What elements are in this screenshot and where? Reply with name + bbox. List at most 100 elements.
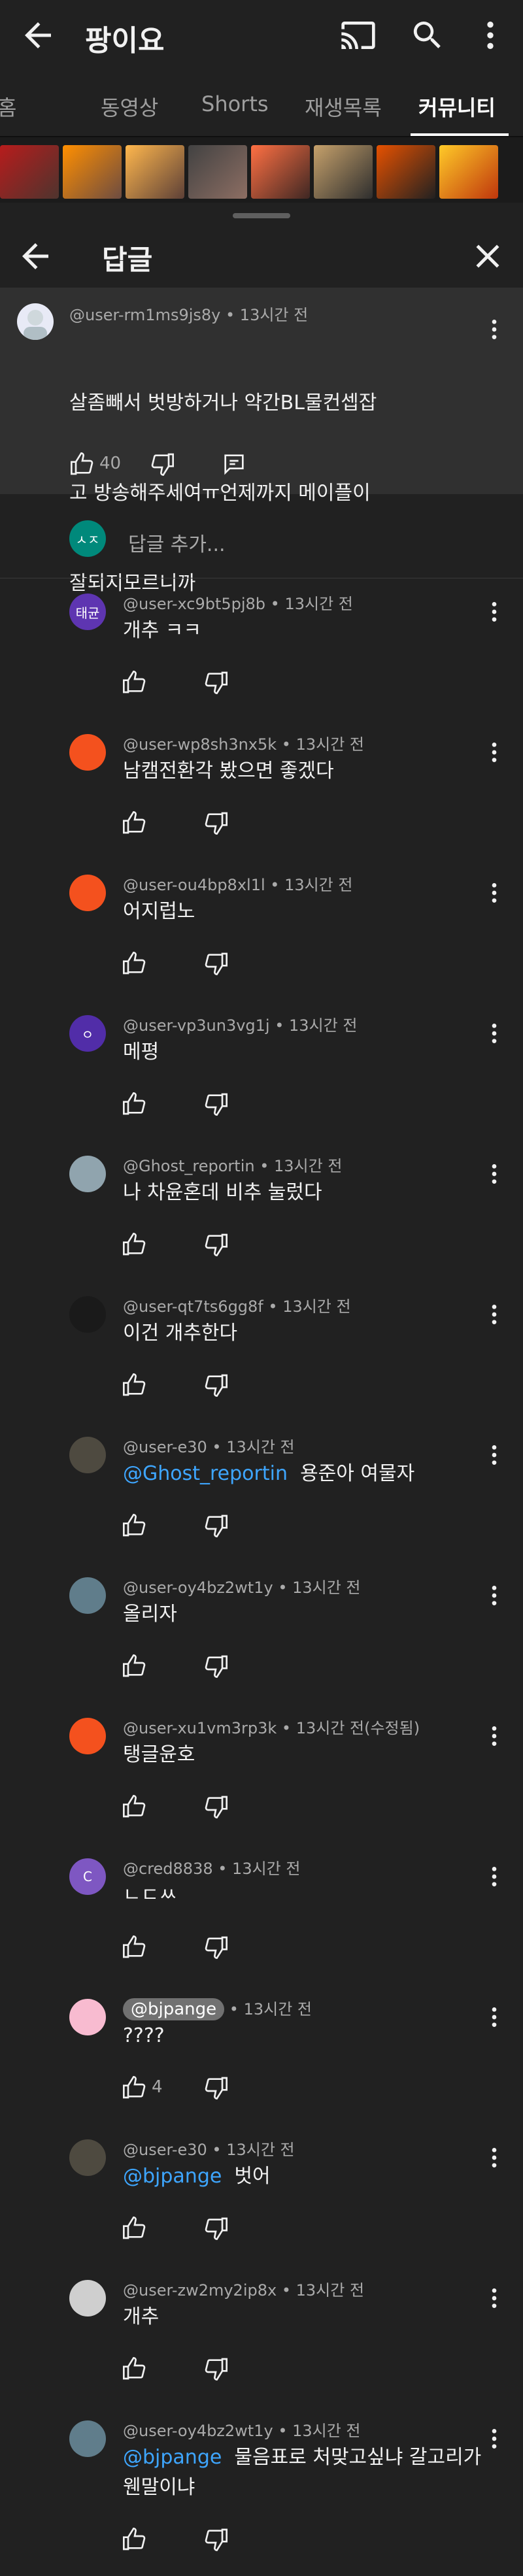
cast-icon[interactable]	[340, 17, 377, 54]
thumbnail[interactable]	[188, 145, 247, 199]
thumb-up-icon[interactable]	[122, 1513, 148, 1539]
tab-videos[interactable]: 동영상	[101, 92, 158, 122]
comment-author[interactable]: @user-e30	[123, 1438, 207, 1456]
avatar[interactable]	[69, 1156, 106, 1192]
thumb-down-icon[interactable]	[203, 2526, 229, 2552]
avatar[interactable]	[69, 1999, 106, 2035]
mention-link[interactable]: @bjpange	[123, 2446, 222, 2469]
more-vert-icon[interactable]	[481, 1158, 507, 1190]
more-vert-icon[interactable]	[481, 1299, 507, 1330]
thumb-up-icon[interactable]	[122, 2215, 148, 2241]
more-vert-icon[interactable]	[481, 314, 507, 345]
avatar[interactable]	[69, 2139, 106, 2176]
comment-author[interactable]: @user-oy4bz2wt1y	[123, 2422, 273, 2440]
avatar[interactable]	[69, 875, 106, 911]
more-vert-icon[interactable]	[481, 596, 507, 627]
thumb-down-icon[interactable]	[203, 2356, 229, 2382]
avatar[interactable]: ㅇ	[69, 1015, 106, 1052]
thumb-down-icon[interactable]	[149, 451, 175, 477]
back-arrow-icon[interactable]	[16, 237, 55, 276]
more-vert-icon[interactable]	[472, 17, 509, 54]
avatar[interactable]	[69, 734, 106, 771]
creator-author-chip[interactable]: @bjpange	[123, 1998, 225, 2020]
more-vert-icon[interactable]	[481, 2283, 507, 2314]
avatar[interactable]	[69, 1437, 106, 1473]
thumb-up-icon[interactable]	[122, 1091, 148, 1117]
avatar[interactable]: C	[69, 1858, 106, 1895]
thumb-up-icon[interactable]	[122, 2075, 148, 2101]
thumb-down-icon[interactable]	[203, 1934, 229, 1960]
comment-author[interactable]: @Ghost_reportin	[123, 1157, 255, 1175]
reply-icon[interactable]	[221, 451, 247, 477]
avatar[interactable]	[69, 2280, 106, 2317]
comment-author[interactable]: @user-xu1vm3rp3k	[123, 1719, 277, 1737]
more-vert-icon[interactable]	[481, 2423, 507, 2454]
thumbnail[interactable]	[377, 145, 435, 199]
thumbnail[interactable]	[63, 145, 122, 199]
thumb-down-icon[interactable]	[203, 1513, 229, 1539]
avatar[interactable]	[69, 2420, 106, 2457]
comment-author[interactable]: @user-rm1ms9js8y	[69, 306, 220, 324]
thumb-down-icon[interactable]	[203, 1231, 229, 1258]
tab-community[interactable]: 커뮤니티	[418, 92, 496, 122]
comment-author[interactable]: @user-wp8sh3nx5k	[123, 735, 277, 754]
thumb-up-icon[interactable]	[122, 2356, 148, 2382]
thumb-down-icon[interactable]	[203, 669, 229, 695]
thumbnail[interactable]	[251, 145, 310, 199]
thumb-down-icon[interactable]	[203, 950, 229, 977]
add-reply-input[interactable]: 답글 추가...	[128, 528, 226, 557]
drag-handle[interactable]	[233, 213, 290, 218]
tab-home[interactable]: 홈	[0, 92, 16, 122]
comment-author[interactable]: @cred8838	[123, 1860, 213, 1878]
thumb-up-icon[interactable]	[122, 2526, 148, 2552]
thumb-down-icon[interactable]	[203, 1653, 229, 1679]
more-vert-icon[interactable]	[481, 1018, 507, 1049]
more-vert-icon[interactable]	[481, 2001, 507, 2033]
thumb-up-icon[interactable]	[69, 451, 95, 477]
thumbnail[interactable]	[126, 145, 184, 199]
more-vert-icon[interactable]	[481, 1861, 507, 1892]
thumb-up-icon[interactable]	[122, 810, 148, 836]
thumb-down-icon[interactable]	[203, 1372, 229, 1398]
avatar[interactable]	[69, 1718, 106, 1754]
avatar[interactable]	[69, 1577, 106, 1614]
thumb-up-icon[interactable]	[122, 1653, 148, 1679]
comment-author[interactable]: @user-ou4bp8xl1l	[123, 876, 265, 894]
back-arrow-icon[interactable]	[18, 16, 58, 55]
more-vert-icon[interactable]	[481, 877, 507, 909]
thumb-down-icon[interactable]	[203, 2215, 229, 2241]
more-vert-icon[interactable]	[481, 1580, 507, 1611]
thumb-up-icon[interactable]	[122, 1934, 148, 1960]
tab-playlists[interactable]: 재생목록	[305, 92, 382, 122]
thumb-up-icon[interactable]	[122, 1231, 148, 1258]
mention-link[interactable]: @Ghost_reportin	[123, 1462, 288, 1485]
search-icon[interactable]	[409, 17, 446, 54]
more-vert-icon[interactable]	[481, 1439, 507, 1471]
comment-author[interactable]: @user-e30	[123, 2141, 207, 2159]
close-icon[interactable]	[468, 237, 507, 276]
thumb-up-icon[interactable]	[122, 1794, 148, 1820]
thumb-up-icon[interactable]	[122, 950, 148, 977]
mention-link[interactable]: @bjpange	[123, 2165, 222, 2188]
thumbnail[interactable]	[0, 145, 59, 199]
comment-author[interactable]: @user-oy4bz2wt1y	[123, 1579, 273, 1597]
thumb-up-icon[interactable]	[122, 669, 148, 695]
tab-shorts[interactable]: Shorts	[201, 92, 269, 116]
avatar[interactable]: 태균	[69, 594, 106, 630]
more-vert-icon[interactable]	[481, 2142, 507, 2173]
avatar[interactable]	[17, 303, 54, 340]
comment-author[interactable]: @user-zw2my2ip8x	[123, 2281, 277, 2300]
thumb-up-icon[interactable]	[122, 1372, 148, 1398]
more-vert-icon[interactable]	[481, 737, 507, 768]
thumb-down-icon[interactable]	[203, 1091, 229, 1117]
comment-author[interactable]: @user-xc9bt5pj8b	[123, 595, 265, 613]
more-vert-icon[interactable]	[481, 1720, 507, 1752]
thumb-down-icon[interactable]	[203, 1794, 229, 1820]
comment-author[interactable]: @user-qt7ts6gg8f	[123, 1297, 263, 1316]
thumb-down-icon[interactable]	[203, 810, 229, 836]
avatar[interactable]	[69, 1296, 106, 1333]
thumbnail[interactable]	[314, 145, 373, 199]
thumbnail[interactable]	[439, 145, 498, 199]
comment-author[interactable]: @user-vp3un3vg1j	[123, 1016, 270, 1035]
thumb-down-icon[interactable]	[203, 2075, 229, 2101]
